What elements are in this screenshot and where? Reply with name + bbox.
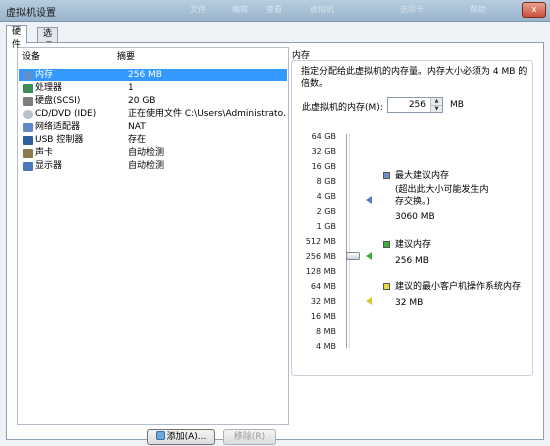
scale-label-512mb: 512 MB xyxy=(305,237,336,246)
scale-label-4gb: 4 GB xyxy=(316,192,336,201)
device-summary: NAT xyxy=(128,122,146,132)
legend-recommended-value: 256 MB xyxy=(395,256,429,266)
device-summary: 自动检测 xyxy=(128,148,165,158)
device-name: 处理器 xyxy=(35,83,63,93)
scale-label-16gb: 16 GB xyxy=(311,162,336,171)
column-header-device[interactable]: 设备 xyxy=(22,49,40,62)
device-row-sound-card[interactable]: 声卡 自动检测 xyxy=(19,147,287,159)
sound-card-icon xyxy=(23,149,33,158)
close-icon: x xyxy=(531,5,537,15)
scale-label-8mb: 8 MB xyxy=(315,327,336,336)
device-summary: 正在使用文件 C:\Users\Administrato... xyxy=(128,109,286,119)
scale-label-2gb: 2 GB xyxy=(316,207,336,216)
shield-icon xyxy=(155,431,165,440)
device-name: 声卡 xyxy=(35,148,54,158)
device-name: 硬盘(SCSI) xyxy=(35,96,81,106)
memory-size-stepper[interactable]: 256 ▲ ▼ xyxy=(387,97,443,113)
device-row-usb-controller[interactable]: USB 控制器 存在 xyxy=(19,134,287,146)
device-summary: 1 xyxy=(128,83,134,93)
background-menu-tabs: 选项卡 xyxy=(400,5,424,14)
background-menu-vm: 虚拟机 xyxy=(310,5,334,14)
harddisk-icon xyxy=(23,97,33,106)
scale-label-16mb: 16 MB xyxy=(310,312,336,321)
display-icon xyxy=(23,162,33,171)
tab-options[interactable]: 选项 xyxy=(37,27,59,52)
close-button[interactable]: x xyxy=(522,2,546,18)
device-name: CD/DVD (IDE) xyxy=(35,109,97,119)
device-summary: 存在 xyxy=(128,135,147,145)
legend-max-value: 3060 MB xyxy=(395,212,435,222)
device-list[interactable]: 设备 摘要 内存 256 MB 处理器 1 硬盘(SCSI) 20 GB CD/… xyxy=(17,47,289,425)
device-summary: 20 GB xyxy=(128,96,156,106)
remove-device-button-label: 移除(R) xyxy=(233,432,266,442)
memory-icon xyxy=(23,71,33,80)
legend-min-color-icon xyxy=(383,283,390,290)
legend-recommended-title: 建议内存 xyxy=(395,240,432,250)
device-row-display[interactable]: 显示器 自动检测 xyxy=(19,160,287,172)
device-row-harddisk[interactable]: 硬盘(SCSI) 20 GB xyxy=(19,95,287,107)
device-row-memory[interactable]: 内存 256 MB xyxy=(19,69,287,81)
window-title: 虚拟机设置 xyxy=(6,8,56,19)
cd-dvd-icon xyxy=(23,110,33,119)
background-menu-view: 查看 xyxy=(266,5,282,14)
memory-slider-thumb[interactable] xyxy=(346,252,360,260)
tab-hardware[interactable]: 硬件 xyxy=(6,25,28,50)
legend-min-title: 建议的最小客户机操作系统内存 xyxy=(395,282,522,292)
legend-recommended-color-icon xyxy=(383,241,390,248)
scale-label-256mb: 256 MB xyxy=(305,252,336,261)
background-menu-edit: 编辑 xyxy=(232,5,248,14)
background-menu-file: 文件 xyxy=(190,5,206,14)
legend-max-title: 最大建议内存 xyxy=(395,171,450,181)
stepper-up-icon[interactable]: ▲ xyxy=(430,98,442,105)
scale-label-8gb: 8 GB xyxy=(316,177,336,186)
device-summary: 256 MB xyxy=(128,70,162,80)
scale-label-32mb: 32 MB xyxy=(310,297,336,306)
network-adapter-icon xyxy=(23,123,33,132)
memory-description: 指定分配给此虚拟机的内存量。内存大小必须为 4 MB 的倍数。 xyxy=(301,67,528,89)
device-name: 内存 xyxy=(35,70,54,80)
device-name: USB 控制器 xyxy=(35,135,84,145)
stepper-down-icon[interactable]: ▼ xyxy=(430,105,442,112)
memory-field-label: 此虚拟机的内存(M): xyxy=(302,103,383,113)
device-summary: 自动检测 xyxy=(128,161,165,171)
background-menu-help: 帮助 xyxy=(470,5,486,14)
legend-min-value: 32 MB xyxy=(395,298,424,308)
scale-label-32gb: 32 GB xyxy=(311,147,336,156)
max-recommended-marker-icon xyxy=(366,196,372,204)
settings-window: 硬件 选项 设备 摘要 内存 256 MB 处理器 1 硬盘(SCSI) 20 xyxy=(0,22,550,446)
legend-max-note: (超出此大小可能发生内存交换。) xyxy=(395,185,489,207)
scale-label-128mb: 128 MB xyxy=(305,267,336,276)
device-row-processor[interactable]: 处理器 1 xyxy=(19,82,287,94)
legend-max-color-icon xyxy=(383,172,390,179)
add-device-button-label: 添加(A)... xyxy=(166,432,207,442)
device-row-network-adapter[interactable]: 网络适配器 NAT xyxy=(19,121,287,133)
column-header-summary[interactable]: 摘要 xyxy=(117,49,135,62)
remove-device-button[interactable]: 移除(R) xyxy=(223,429,276,445)
min-recommended-marker-icon xyxy=(366,297,372,305)
memory-slider-track[interactable] xyxy=(346,134,347,348)
add-device-button[interactable]: 添加(A)... xyxy=(147,429,215,445)
device-name: 网络适配器 xyxy=(35,122,81,132)
scale-label-1gb: 1 GB xyxy=(316,222,336,231)
device-name: 显示器 xyxy=(35,161,63,171)
device-row-cd-dvd[interactable]: CD/DVD (IDE) 正在使用文件 C:\Users\Administrat… xyxy=(19,108,287,120)
memory-unit: MB xyxy=(450,100,464,110)
memory-slider-track-shadow xyxy=(349,134,350,348)
window-titlebar: 虚拟机设置 文件 编辑 查看 虚拟机 选项卡 帮助 x xyxy=(0,0,550,22)
cpu-icon xyxy=(23,84,33,93)
memory-size-input[interactable]: 256 xyxy=(409,100,426,110)
scale-label-64gb: 64 GB xyxy=(311,132,336,141)
device-list-header: 设备 摘要 xyxy=(18,48,288,62)
usb-icon xyxy=(23,136,33,145)
scale-label-4mb: 4 MB xyxy=(315,342,336,351)
scale-label-64mb: 64 MB xyxy=(310,282,336,291)
recommended-marker-icon xyxy=(366,252,372,260)
